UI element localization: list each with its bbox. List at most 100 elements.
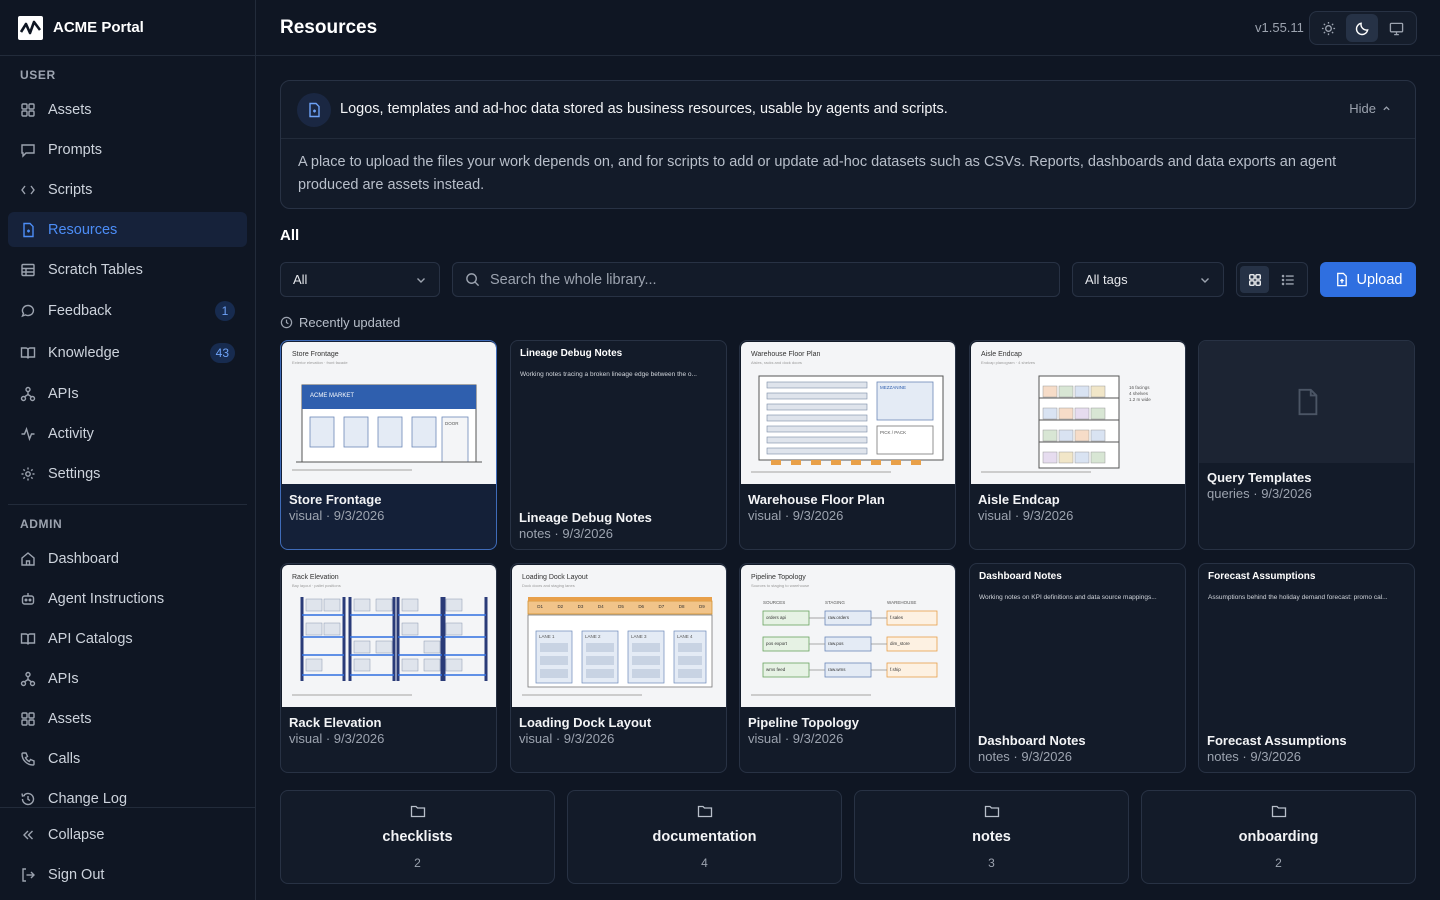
folder-count: 2: [414, 856, 421, 870]
collapse-button[interactable]: Collapse: [8, 817, 247, 852]
resource-card-dashboard-notes[interactable]: Dashboard Notes Working notes on KPI def…: [969, 563, 1186, 773]
resource-card-loading-dock-layout[interactable]: Loading Dock Layout Dock doors and stagi…: [510, 563, 727, 773]
sign-out-button[interactable]: Sign Out: [8, 857, 247, 892]
mezzanine-label: MEZZANINE: [880, 385, 907, 390]
tags-filter-select[interactable]: All tags: [1072, 262, 1224, 297]
folder-checklists[interactable]: checklists 2: [280, 790, 555, 884]
lane-label: LANE 2: [585, 634, 601, 639]
view-toggle: [1236, 262, 1308, 297]
pipeline-node: f.ship: [890, 667, 901, 672]
sidebar-item-feedback[interactable]: Feedback 1: [8, 293, 247, 328]
sidebar-item-agent-instructions[interactable]: Agent Instructions: [8, 581, 247, 616]
code-icon: [21, 185, 35, 194]
card-title: Dashboard Notes: [978, 733, 1086, 748]
lane-label: LANE 3: [631, 634, 647, 639]
sidebar-item-activity[interactable]: Activity: [8, 416, 247, 451]
sidebar-item-label: Prompts: [48, 141, 102, 158]
folder-documentation[interactable]: documentation 4: [567, 790, 842, 884]
sun-icon: [1321, 21, 1335, 35]
floor-plan-drawing: [751, 375, 944, 473]
folder-onboarding[interactable]: onboarding 2: [1141, 790, 1416, 884]
file-icon: [309, 102, 320, 118]
card-meta: notes · 9/3/2026: [1207, 749, 1301, 764]
sidebar-item-apis[interactable]: APIs: [8, 376, 247, 411]
pipeline-node: raw.pos: [828, 641, 844, 646]
sidebar-item-scratch-tables[interactable]: Scratch Tables: [8, 252, 247, 287]
resource-card-lineage-debug-notes[interactable]: Lineage Debug Notes Working notes tracin…: [510, 340, 727, 550]
grid-view-button[interactable]: [1240, 266, 1269, 293]
sidebar-item-knowledge[interactable]: Knowledge 43: [8, 335, 247, 370]
brand[interactable]: ACME Portal: [0, 0, 255, 56]
sidebar-item-assets[interactable]: Assets: [8, 92, 247, 127]
pipeline-drawing: [751, 610, 938, 696]
file-upload-icon: [1336, 272, 1347, 287]
upload-button[interactable]: Upload: [1320, 262, 1416, 297]
sidebar-item-label: Assets: [48, 101, 92, 118]
system-theme-button[interactable]: [1380, 14, 1412, 42]
endcap-drawing: [981, 375, 1120, 473]
dock-door-label: D1: [537, 604, 543, 609]
activity-icon: [21, 426, 35, 441]
endcap-legend: 16 facings 4 shelves 1.2 m wide: [1129, 385, 1151, 403]
sidebar-item-admin-apis[interactable]: APIs: [8, 661, 247, 696]
card-thumbnail: Pipeline Topology Sources to staging to …: [741, 565, 955, 707]
admin-section-label: ADMIN: [20, 517, 63, 531]
folder-notes[interactable]: notes 3: [854, 790, 1129, 884]
resource-card-aisle-endcap[interactable]: Aisle Endcap Endcap planogram · 4 shelve…: [969, 340, 1186, 550]
resource-card-query-templates[interactable]: Query Templates queries · 9/3/2026: [1198, 340, 1415, 550]
pipeline-node: dim_store: [890, 641, 910, 646]
storefront-sign-text: ACME MARKET: [310, 393, 355, 399]
storefront-door-label: DOOR: [445, 421, 459, 426]
sidebar-item-label: Calls: [48, 750, 81, 767]
light-theme-button[interactable]: [1312, 14, 1344, 42]
card-title: Aisle Endcap: [978, 492, 1060, 507]
clock-icon: [280, 316, 293, 329]
sidebar-item-resources[interactable]: Resources: [8, 212, 247, 247]
sidebar-item-api-catalogs[interactable]: API Catalogs: [8, 621, 247, 656]
list-icon: [1281, 274, 1294, 285]
info-description: A place to upload the files your work de…: [298, 154, 1337, 193]
sign-out-icon: [22, 867, 35, 882]
sidebar-item-prompts[interactable]: Prompts: [8, 132, 247, 167]
card-title: Warehouse Floor Plan: [748, 492, 885, 507]
info-banner: Logos, templates and ad-hoc data stored …: [280, 80, 1416, 209]
network-icon: [20, 671, 36, 686]
dock-door-label: D2: [557, 604, 564, 609]
version-label: v1.55.11: [1255, 20, 1304, 35]
card-thumbnail: Warehouse Floor Plan Aisles, racks and d…: [741, 342, 955, 484]
dark-theme-button[interactable]: [1346, 14, 1378, 42]
history-icon: [21, 792, 35, 805]
knowledge-count-badge: 43: [209, 342, 235, 363]
search-input[interactable]: [490, 271, 1030, 288]
sidebar-item-settings[interactable]: Settings: [8, 456, 247, 491]
storefront-drawing: [292, 384, 482, 471]
file-icon: [1298, 388, 1317, 416]
pipeline-column-label: SOURCES: [763, 600, 786, 605]
sidebar-item-calls[interactable]: Calls: [8, 741, 247, 776]
chevron-up-icon: [1383, 106, 1390, 111]
resource-card-rack-elevation[interactable]: Rack Elevation Bay layout · pallet posit…: [280, 563, 497, 773]
chevrons-left-icon: [23, 830, 33, 839]
sidebar-item-label: Settings: [48, 465, 101, 482]
resource-card-forecast-assumptions[interactable]: Forecast Assumptions Assumptions behind …: [1198, 563, 1415, 773]
grid-icon: [1248, 273, 1261, 286]
sidebar-item-scripts[interactable]: Scripts: [8, 172, 247, 207]
type-filter-select[interactable]: All: [280, 262, 440, 297]
resource-card-store-frontage[interactable]: Store Frontage Exterior elevation · fron…: [280, 340, 497, 550]
grid-icon: [21, 102, 35, 117]
note-preview-title: Dashboard Notes: [979, 571, 1062, 582]
resource-card-warehouse-floor-plan[interactable]: Warehouse Floor Plan Aisles, racks and d…: [739, 340, 956, 550]
pipeline-node: raw.orders: [828, 615, 850, 620]
resource-card-pipeline-topology[interactable]: Pipeline Topology Sources to staging to …: [739, 563, 956, 773]
card-title: Lineage Debug Notes: [519, 510, 652, 525]
card-meta: visual · 9/3/2026: [519, 731, 615, 746]
hide-button[interactable]: Hide: [1349, 101, 1391, 116]
sidebar-item-label: APIs: [48, 670, 79, 687]
sidebar-item-dashboard[interactable]: Dashboard: [8, 541, 247, 576]
top-bar: Resources v1.55.11: [256, 0, 1440, 56]
sidebar-item-admin-assets[interactable]: Assets: [8, 701, 247, 736]
card-meta: queries · 9/3/2026: [1207, 486, 1312, 501]
list-view-button[interactable]: [1273, 266, 1302, 293]
search-box: [452, 262, 1060, 297]
pipeline-column-label: STAGING: [825, 600, 845, 605]
